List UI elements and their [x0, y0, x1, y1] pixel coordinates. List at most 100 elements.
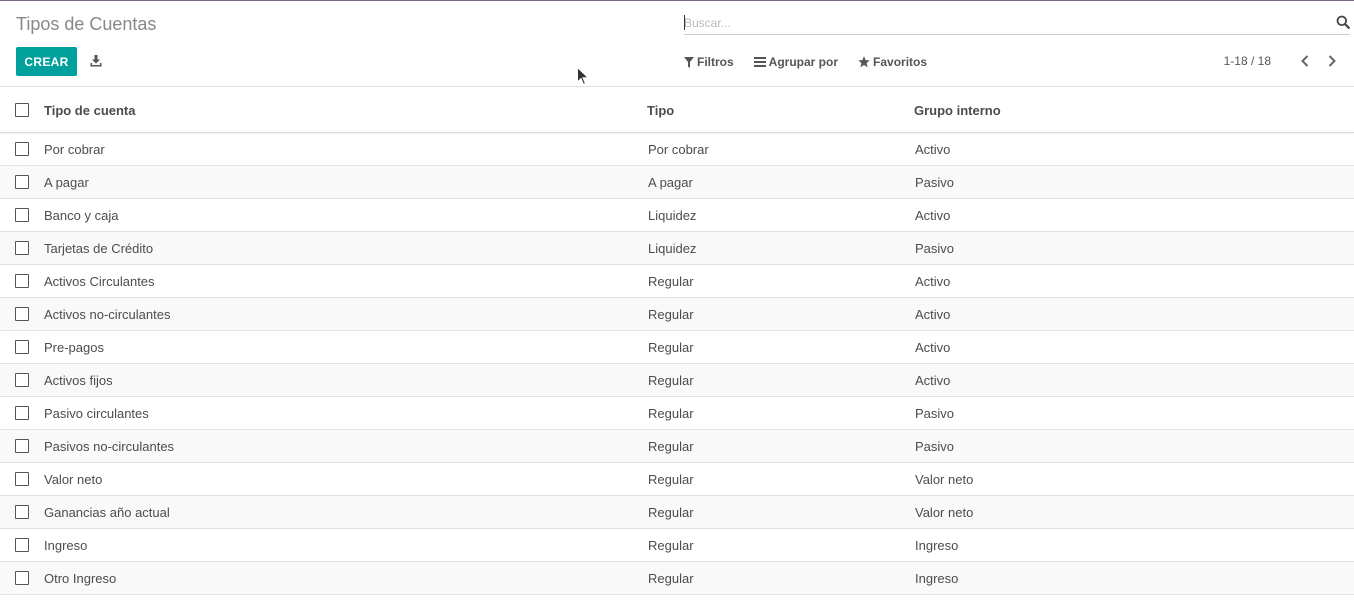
filter-icon: [684, 56, 694, 68]
cell-type: Regular: [648, 273, 694, 289]
cell-type: Regular: [648, 438, 694, 454]
pager: 1-18 / 18: [1224, 52, 1339, 70]
cell-name: Activos fijos: [44, 372, 113, 388]
table-row[interactable]: Tarjetas de Crédito Liquidez Pasivo: [0, 232, 1354, 265]
group-by-label: Agrupar por: [768, 55, 839, 69]
page-title: Tipos de Cuentas: [16, 14, 157, 34]
cell-type: Regular: [648, 471, 694, 487]
cell-name: Pasivo circulantes: [44, 405, 149, 421]
text-caret: [684, 15, 685, 30]
table-row[interactable]: Otro Ingreso Regular Ingreso: [0, 562, 1354, 595]
create-button[interactable]: CREAR: [16, 47, 77, 76]
table-row[interactable]: Valor neto Regular Valor neto: [0, 463, 1354, 496]
cell-group: Pasivo: [915, 438, 955, 454]
cell-group: Pasivo: [915, 405, 955, 421]
row-checkbox[interactable]: [15, 307, 29, 321]
cell-group: Activo: [915, 141, 951, 157]
search-bar: [684, 11, 1350, 35]
table-row[interactable]: Banco y caja Liquidez Activo: [0, 199, 1354, 232]
row-checkbox[interactable]: [15, 505, 29, 519]
row-checkbox[interactable]: [15, 241, 29, 255]
cell-group: Ingreso: [915, 537, 959, 553]
cell-type: Regular: [648, 405, 694, 421]
row-checkbox[interactable]: [15, 406, 29, 420]
cell-group: Activo: [915, 207, 951, 223]
row-checkbox[interactable]: [15, 571, 29, 585]
table-row[interactable]: Ingreso Regular Ingreso: [0, 529, 1354, 562]
row-checkbox[interactable]: [15, 208, 29, 222]
row-checkbox[interactable]: [15, 538, 29, 552]
control-panel: Tipos de Cuentas CREAR Filtros: [0, 1, 1354, 87]
cell-name: Activos Circulantes: [44, 273, 155, 289]
table-row[interactable]: Activos fijos Regular Activo: [0, 364, 1354, 397]
cell-type: Regular: [648, 570, 694, 586]
chevron-right-icon: [1328, 55, 1336, 67]
table-row[interactable]: Activos no-circulantes Regular Activo: [0, 298, 1354, 331]
cell-type: Liquidez: [648, 240, 697, 256]
filters-label: Filtros: [697, 55, 734, 69]
favorites-label: Favoritos: [873, 55, 928, 69]
row-checkbox[interactable]: [15, 472, 29, 486]
cell-type: A pagar: [648, 174, 693, 190]
cell-type: Regular: [648, 339, 694, 355]
cell-group: Activo: [915, 306, 951, 322]
cell-group: Activo: [915, 273, 951, 289]
search-input[interactable]: [684, 13, 1324, 33]
table-row[interactable]: Ganancias año actual Regular Valor neto: [0, 496, 1354, 529]
column-header-group[interactable]: Grupo interno: [914, 103, 1001, 118]
table-header-row: Tipo de cuenta Tipo Grupo interno: [0, 88, 1354, 133]
table-row[interactable]: Pasivo circulantes Regular Pasivo: [0, 397, 1354, 430]
filters-button[interactable]: Filtros: [684, 53, 734, 71]
pager-previous-button[interactable]: [1298, 52, 1312, 70]
account-types-table: Tipo de cuenta Tipo Grupo interno Por co…: [0, 88, 1354, 595]
cell-type: Regular: [648, 306, 694, 322]
pager-next-button[interactable]: [1325, 52, 1339, 70]
cell-type: Regular: [648, 537, 694, 553]
cell-name: Ingreso: [44, 537, 88, 553]
download-icon: [90, 55, 102, 67]
row-checkbox[interactable]: [15, 274, 29, 288]
cell-type: Por cobrar: [648, 141, 709, 157]
cell-group: Pasivo: [915, 240, 955, 256]
cell-name: Activos no-circulantes: [44, 306, 171, 322]
pager-value[interactable]: 1-18 / 18: [1224, 54, 1271, 68]
table-row[interactable]: Pasivos no-circulantes Regular Pasivo: [0, 430, 1354, 463]
cell-type: Regular: [648, 504, 694, 520]
row-checkbox[interactable]: [15, 142, 29, 156]
cell-group: Ingreso: [915, 570, 959, 586]
search-icon[interactable]: [1336, 15, 1350, 29]
group-by-button[interactable]: Agrupar por: [753, 53, 839, 71]
star-icon: [858, 56, 870, 68]
table-row[interactable]: A pagar A pagar Pasivo: [0, 166, 1354, 199]
row-checkbox[interactable]: [15, 175, 29, 189]
cell-name: Tarjetas de Crédito: [44, 240, 154, 256]
download-button[interactable]: [87, 52, 105, 70]
row-checkbox[interactable]: [15, 439, 29, 453]
search-options: Filtros Agrupar por Favoritos: [684, 53, 947, 71]
cell-group: Pasivo: [915, 174, 955, 190]
select-all-checkbox[interactable]: [15, 103, 29, 117]
table-row[interactable]: Pre-pagos Regular Activo: [0, 331, 1354, 364]
favorites-button[interactable]: Favoritos: [858, 53, 927, 71]
cell-group: Valor neto: [915, 504, 974, 520]
column-header-name[interactable]: Tipo de cuenta: [44, 103, 136, 118]
cell-name: Otro Ingreso: [44, 570, 117, 586]
chevron-left-icon: [1301, 55, 1309, 67]
cell-name: Pre-pagos: [44, 339, 104, 355]
list-icon: [753, 57, 766, 67]
cell-name: Por cobrar: [44, 141, 105, 157]
cell-name: A pagar: [44, 174, 89, 190]
row-checkbox[interactable]: [15, 340, 29, 354]
cell-type: Liquidez: [648, 207, 697, 223]
cell-name: Ganancias año actual: [44, 504, 170, 520]
mouse-cursor-icon: [577, 67, 589, 86]
row-checkbox[interactable]: [15, 373, 29, 387]
cell-group: Activo: [915, 372, 951, 388]
cell-group: Valor neto: [915, 471, 974, 487]
table-row[interactable]: Por cobrar Por cobrar Activo: [0, 133, 1354, 166]
table-row[interactable]: Activos Circulantes Regular Activo: [0, 265, 1354, 298]
cell-name: Pasivos no-circulantes: [44, 438, 175, 454]
column-header-type[interactable]: Tipo: [647, 103, 674, 118]
cell-name: Banco y caja: [44, 207, 119, 223]
cell-name: Valor neto: [44, 471, 103, 487]
